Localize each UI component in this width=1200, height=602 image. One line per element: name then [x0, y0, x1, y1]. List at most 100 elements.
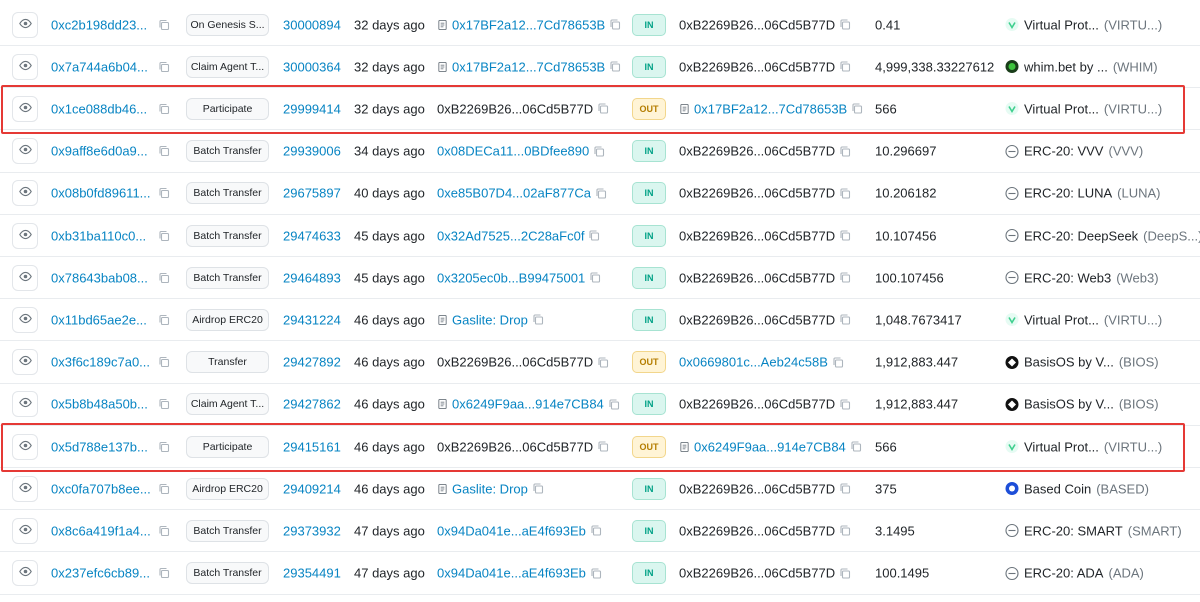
- from-address-text[interactable]: 0x08DECa11...0BDfee890: [437, 144, 589, 159]
- copy-icon[interactable]: [158, 103, 170, 115]
- block-number-link[interactable]: 30000364: [283, 59, 341, 74]
- copy-icon[interactable]: [609, 61, 621, 73]
- copy-icon[interactable]: [589, 272, 601, 284]
- to-address-text[interactable]: 0x0669801c...Aeb24c58B: [679, 355, 828, 370]
- copy-icon[interactable]: [158, 441, 170, 453]
- copy-icon[interactable]: [608, 398, 620, 410]
- from-address-text[interactable]: Gaslite: Drop: [452, 481, 528, 496]
- block-number-link[interactable]: 29675897: [283, 186, 341, 201]
- transaction-hash-link[interactable]: 0x1ce088db46...: [51, 101, 147, 116]
- view-details-button[interactable]: [12, 138, 38, 165]
- from-address-text[interactable]: 0x32Ad7525...2C28aFc0f: [437, 228, 584, 243]
- token-link[interactable]: ERC-20: ADA (ADA): [1005, 566, 1144, 581]
- transaction-hash-link[interactable]: 0x78643bab08...: [51, 270, 148, 285]
- token-link[interactable]: Based Coin (BASED): [1005, 481, 1149, 496]
- copy-icon[interactable]: [850, 441, 862, 453]
- block-number-link[interactable]: 29431224: [283, 312, 341, 327]
- copy-icon[interactable]: [597, 356, 609, 368]
- block-number-link[interactable]: 29373932: [283, 523, 341, 538]
- view-details-button[interactable]: [12, 349, 38, 376]
- copy-icon[interactable]: [158, 314, 170, 326]
- copy-icon[interactable]: [158, 187, 170, 199]
- copy-icon[interactable]: [839, 483, 851, 495]
- transaction-hash-link[interactable]: 0x9aff8e6d0a9...: [51, 144, 148, 159]
- token-link[interactable]: BasisOS by V... (BIOS): [1005, 397, 1159, 412]
- block-number-link[interactable]: 29464893: [283, 270, 341, 285]
- from-address-text[interactable]: 0x17BF2a12...7Cd78653B: [452, 17, 605, 32]
- transaction-hash-link[interactable]: 0x11bd65ae2e...: [51, 312, 147, 327]
- copy-icon[interactable]: [593, 145, 605, 157]
- from-address-text[interactable]: 0x94Da041e...aE4f693Eb: [437, 523, 586, 538]
- copy-icon[interactable]: [158, 483, 170, 495]
- copy-icon[interactable]: [832, 356, 844, 368]
- copy-icon[interactable]: [597, 441, 609, 453]
- block-number-link[interactable]: 29999414: [283, 101, 341, 116]
- copy-icon[interactable]: [839, 145, 851, 157]
- view-details-button[interactable]: [12, 306, 38, 333]
- transaction-hash-link[interactable]: 0xc2b198dd23...: [51, 17, 147, 32]
- copy-icon[interactable]: [839, 230, 851, 242]
- transaction-hash-link[interactable]: 0x3f6c189c7a0...: [51, 355, 150, 370]
- copy-icon[interactable]: [839, 19, 851, 31]
- block-number-link[interactable]: 30000894: [283, 17, 341, 32]
- transaction-hash-link[interactable]: 0x7a744a6b04...: [51, 59, 148, 74]
- view-details-button[interactable]: [12, 95, 38, 122]
- view-details-button[interactable]: [12, 180, 38, 207]
- view-details-button[interactable]: [12, 53, 38, 80]
- copy-icon[interactable]: [158, 230, 170, 242]
- view-details-button[interactable]: [12, 517, 38, 544]
- token-link[interactable]: Virtual Prot... (VIRTU...): [1005, 101, 1162, 116]
- token-link[interactable]: ERC-20: LUNA (LUNA): [1005, 186, 1160, 201]
- from-address-text[interactable]: Gaslite: Drop: [452, 312, 528, 327]
- token-link[interactable]: ERC-20: SMART (SMART): [1005, 523, 1182, 538]
- copy-icon[interactable]: [609, 19, 621, 31]
- copy-icon[interactable]: [839, 61, 851, 73]
- copy-icon[interactable]: [597, 103, 609, 115]
- copy-icon[interactable]: [595, 187, 607, 199]
- from-address-text[interactable]: 0x17BF2a12...7Cd78653B: [452, 59, 605, 74]
- copy-icon[interactable]: [839, 187, 851, 199]
- block-number-link[interactable]: 29427862: [283, 397, 341, 412]
- copy-icon[interactable]: [839, 272, 851, 284]
- copy-icon[interactable]: [532, 314, 544, 326]
- copy-icon[interactable]: [158, 356, 170, 368]
- view-details-button[interactable]: [12, 222, 38, 249]
- token-link[interactable]: Virtual Prot... (VIRTU...): [1005, 439, 1162, 454]
- copy-icon[interactable]: [158, 61, 170, 73]
- copy-icon[interactable]: [588, 230, 600, 242]
- transaction-hash-link[interactable]: 0x237efc6cb89...: [51, 566, 150, 581]
- view-details-button[interactable]: [12, 475, 38, 502]
- token-link[interactable]: ERC-20: DeepSeek (DeepS...): [1005, 228, 1200, 243]
- copy-icon[interactable]: [158, 145, 170, 157]
- view-details-button[interactable]: [12, 560, 38, 587]
- transaction-hash-link[interactable]: 0x08b0fd89611...: [51, 186, 151, 201]
- block-number-link[interactable]: 29354491: [283, 566, 341, 581]
- from-address-text[interactable]: 0x3205ec0b...B99475001: [437, 270, 585, 285]
- view-details-button[interactable]: [12, 11, 38, 38]
- copy-icon[interactable]: [839, 567, 851, 579]
- to-address-text[interactable]: 0x17BF2a12...7Cd78653B: [694, 101, 847, 116]
- block-number-link[interactable]: 29939006: [283, 144, 341, 159]
- transaction-hash-link[interactable]: 0x5d788e137b...: [51, 439, 148, 454]
- copy-icon[interactable]: [158, 19, 170, 31]
- from-address-text[interactable]: 0xe85B07D4...02aF877Ca: [437, 186, 591, 201]
- block-number-link[interactable]: 29415161: [283, 439, 341, 454]
- transaction-hash-link[interactable]: 0x5b8b48a50b...: [51, 397, 148, 412]
- token-link[interactable]: BasisOS by V... (BIOS): [1005, 355, 1159, 370]
- to-address-text[interactable]: 0x6249F9aa...914e7CB84: [694, 439, 846, 454]
- token-link[interactable]: Virtual Prot... (VIRTU...): [1005, 17, 1162, 32]
- token-link[interactable]: whim.bet by ... (WHIM): [1005, 59, 1158, 74]
- transaction-hash-link[interactable]: 0x8c6a419f1a4...: [51, 523, 151, 538]
- copy-icon[interactable]: [839, 398, 851, 410]
- view-details-button[interactable]: [12, 391, 38, 418]
- token-link[interactable]: ERC-20: VVV (VVV): [1005, 144, 1143, 159]
- copy-icon[interactable]: [532, 483, 544, 495]
- token-link[interactable]: Virtual Prot... (VIRTU...): [1005, 312, 1162, 327]
- block-number-link[interactable]: 29474633: [283, 228, 341, 243]
- block-number-link[interactable]: 29409214: [283, 481, 341, 496]
- from-address-text[interactable]: 0x6249F9aa...914e7CB84: [452, 397, 604, 412]
- copy-icon[interactable]: [158, 272, 170, 284]
- copy-icon[interactable]: [851, 103, 863, 115]
- view-details-button[interactable]: [12, 433, 38, 460]
- from-address-text[interactable]: 0x94Da041e...aE4f693Eb: [437, 566, 586, 581]
